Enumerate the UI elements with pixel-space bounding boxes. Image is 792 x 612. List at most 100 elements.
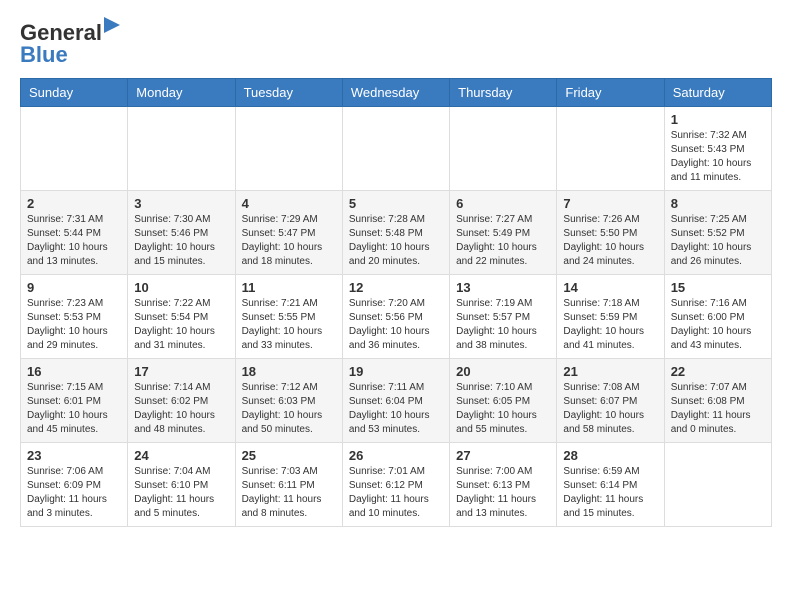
calendar-day-17: 17 Sunrise: 7:14 AM Sunset: 6:02 PM Dayli… (128, 359, 235, 443)
day-number: 4 (242, 196, 336, 211)
day-number: 19 (349, 364, 443, 379)
day-info: Sunrise: 7:32 AM Sunset: 5:43 PM Dayligh… (671, 129, 765, 185)
day-number: 10 (134, 280, 228, 295)
day-number: 20 (456, 364, 550, 379)
day-number: 24 (134, 448, 228, 463)
calendar-day-empty (557, 107, 664, 191)
calendar-day-empty (128, 107, 235, 191)
calendar-day-14: 14 Sunrise: 7:18 AM Sunset: 5:59 PM Dayli… (557, 275, 664, 359)
day-info: Sunrise: 7:30 AM Sunset: 5:46 PM Dayligh… (134, 213, 228, 269)
day-number: 17 (134, 364, 228, 379)
calendar-day-empty (450, 107, 557, 191)
weekday-header-saturday: Saturday (664, 79, 771, 107)
day-info: Sunrise: 7:28 AM Sunset: 5:48 PM Dayligh… (349, 213, 443, 269)
day-info: Sunrise: 7:10 AM Sunset: 6:05 PM Dayligh… (456, 381, 550, 437)
day-info: Sunrise: 6:59 AM Sunset: 6:14 PM Dayligh… (563, 465, 657, 521)
calendar-week-row: 23 Sunrise: 7:06 AM Sunset: 6:09 PM Dayli… (21, 443, 772, 527)
calendar-day-6: 6 Sunrise: 7:27 AM Sunset: 5:49 PM Daylig… (450, 191, 557, 275)
calendar-day-1: 1 Sunrise: 7:32 AM Sunset: 5:43 PM Daylig… (664, 107, 771, 191)
calendar-day-28: 28 Sunrise: 6:59 AM Sunset: 6:14 PM Dayli… (557, 443, 664, 527)
day-number: 15 (671, 280, 765, 295)
calendar-day-15: 15 Sunrise: 7:16 AM Sunset: 6:00 PM Dayli… (664, 275, 771, 359)
day-number: 11 (242, 280, 336, 295)
day-info: Sunrise: 7:29 AM Sunset: 5:47 PM Dayligh… (242, 213, 336, 269)
weekday-header-tuesday: Tuesday (235, 79, 342, 107)
day-number: 13 (456, 280, 550, 295)
day-info: Sunrise: 7:03 AM Sunset: 6:11 PM Dayligh… (242, 465, 336, 521)
calendar-day-empty (342, 107, 449, 191)
day-info: Sunrise: 7:14 AM Sunset: 6:02 PM Dayligh… (134, 381, 228, 437)
calendar-day-7: 7 Sunrise: 7:26 AM Sunset: 5:50 PM Daylig… (557, 191, 664, 275)
day-info: Sunrise: 7:12 AM Sunset: 6:03 PM Dayligh… (242, 381, 336, 437)
day-number: 8 (671, 196, 765, 211)
day-info: Sunrise: 7:27 AM Sunset: 5:49 PM Dayligh… (456, 213, 550, 269)
calendar-day-2: 2 Sunrise: 7:31 AM Sunset: 5:44 PM Daylig… (21, 191, 128, 275)
calendar-day-11: 11Sunrise: 7:21 AM Sunset: 5:55 PM Dayli… (235, 275, 342, 359)
day-number: 18 (242, 364, 336, 379)
calendar-day-empty (664, 443, 771, 527)
calendar-day-27: 27 Sunrise: 7:00 AM Sunset: 6:13 PM Dayli… (450, 443, 557, 527)
day-info: Sunrise: 7:26 AM Sunset: 5:50 PM Dayligh… (563, 213, 657, 269)
calendar-day-25: 25 Sunrise: 7:03 AM Sunset: 6:11 PM Dayli… (235, 443, 342, 527)
day-number: 1 (671, 112, 765, 127)
calendar-day-10: 10 Sunrise: 7:22 AM Sunset: 5:54 PM Dayli… (128, 275, 235, 359)
calendar-day-5: 5 Sunrise: 7:28 AM Sunset: 5:48 PM Daylig… (342, 191, 449, 275)
calendar-day-24: 24 Sunrise: 7:04 AM Sunset: 6:10 PM Dayli… (128, 443, 235, 527)
day-number: 26 (349, 448, 443, 463)
day-number: 5 (349, 196, 443, 211)
day-number: 12 (349, 280, 443, 295)
day-number: 22 (671, 364, 765, 379)
calendar-table: SundayMondayTuesdayWednesdayThursdayFrid… (20, 78, 772, 527)
day-number: 25 (242, 448, 336, 463)
calendar-day-22: 22 Sunrise: 7:07 AM Sunset: 6:08 PM Dayli… (664, 359, 771, 443)
day-info: Sunrise: 7:20 AM Sunset: 5:56 PM Dayligh… (349, 297, 443, 353)
calendar-day-3: 3 Sunrise: 7:30 AM Sunset: 5:46 PM Daylig… (128, 191, 235, 275)
calendar-day-12: 12 Sunrise: 7:20 AM Sunset: 5:56 PM Dayli… (342, 275, 449, 359)
calendar-day-8: 8 Sunrise: 7:25 AM Sunset: 5:52 PM Daylig… (664, 191, 771, 275)
weekday-header-sunday: Sunday (21, 79, 128, 107)
day-number: 27 (456, 448, 550, 463)
day-info: Sunrise: 7:16 AM Sunset: 6:00 PM Dayligh… (671, 297, 765, 353)
calendar-day-20: 20 Sunrise: 7:10 AM Sunset: 6:05 PM Dayli… (450, 359, 557, 443)
weekday-header-row: SundayMondayTuesdayWednesdayThursdayFrid… (21, 79, 772, 107)
day-info: Sunrise: 7:11 AM Sunset: 6:04 PM Dayligh… (349, 381, 443, 437)
day-info: Sunrise: 7:04 AM Sunset: 6:10 PM Dayligh… (134, 465, 228, 521)
calendar-day-18: 18 Sunrise: 7:12 AM Sunset: 6:03 PM Dayli… (235, 359, 342, 443)
calendar-week-row: 16 Sunrise: 7:15 AM Sunset: 6:01 PM Dayli… (21, 359, 772, 443)
calendar-day-13: 13Sunrise: 7:19 AM Sunset: 5:57 PM Dayli… (450, 275, 557, 359)
calendar-week-row: 2 Sunrise: 7:31 AM Sunset: 5:44 PM Daylig… (21, 191, 772, 275)
calendar-day-4: 4 Sunrise: 7:29 AM Sunset: 5:47 PM Daylig… (235, 191, 342, 275)
day-info: Sunrise: 7:00 AM Sunset: 6:13 PM Dayligh… (456, 465, 550, 521)
day-info: Sunrise: 7:31 AM Sunset: 5:44 PM Dayligh… (27, 213, 121, 269)
day-number: 14 (563, 280, 657, 295)
weekday-header-thursday: Thursday (450, 79, 557, 107)
page-header: General Blue (20, 20, 772, 68)
day-number: 3 (134, 196, 228, 211)
logo: General Blue (20, 20, 120, 68)
calendar-day-empty (235, 107, 342, 191)
day-info: Sunrise: 7:06 AM Sunset: 6:09 PM Dayligh… (27, 465, 121, 521)
calendar-day-19: 19 Sunrise: 7:11 AM Sunset: 6:04 PM Dayli… (342, 359, 449, 443)
calendar-day-23: 23 Sunrise: 7:06 AM Sunset: 6:09 PM Dayli… (21, 443, 128, 527)
weekday-header-friday: Friday (557, 79, 664, 107)
day-number: 7 (563, 196, 657, 211)
day-info: Sunrise: 7:15 AM Sunset: 6:01 PM Dayligh… (27, 381, 121, 437)
day-info: Sunrise: 7:18 AM Sunset: 5:59 PM Dayligh… (563, 297, 657, 353)
calendar-week-row: 1 Sunrise: 7:32 AM Sunset: 5:43 PM Daylig… (21, 107, 772, 191)
day-info: Sunrise: 7:08 AM Sunset: 6:07 PM Dayligh… (563, 381, 657, 437)
calendar-day-26: 26 Sunrise: 7:01 AM Sunset: 6:12 PM Dayli… (342, 443, 449, 527)
day-number: 16 (27, 364, 121, 379)
calendar-week-row: 9 Sunrise: 7:23 AM Sunset: 5:53 PM Daylig… (21, 275, 772, 359)
day-info: Sunrise: 7:25 AM Sunset: 5:52 PM Dayligh… (671, 213, 765, 269)
day-info: Sunrise: 7:23 AM Sunset: 5:53 PM Dayligh… (27, 297, 121, 353)
day-info: Sunrise: 7:01 AM Sunset: 6:12 PM Dayligh… (349, 465, 443, 521)
day-number: 28 (563, 448, 657, 463)
day-number: 23 (27, 448, 121, 463)
day-number: 9 (27, 280, 121, 295)
day-number: 2 (27, 196, 121, 211)
calendar-day-16: 16 Sunrise: 7:15 AM Sunset: 6:01 PM Dayli… (21, 359, 128, 443)
day-info: Sunrise: 7:22 AM Sunset: 5:54 PM Dayligh… (134, 297, 228, 353)
day-number: 6 (456, 196, 550, 211)
day-info: Sunrise: 7:07 AM Sunset: 6:08 PM Dayligh… (671, 381, 765, 437)
logo-icon (104, 17, 120, 39)
